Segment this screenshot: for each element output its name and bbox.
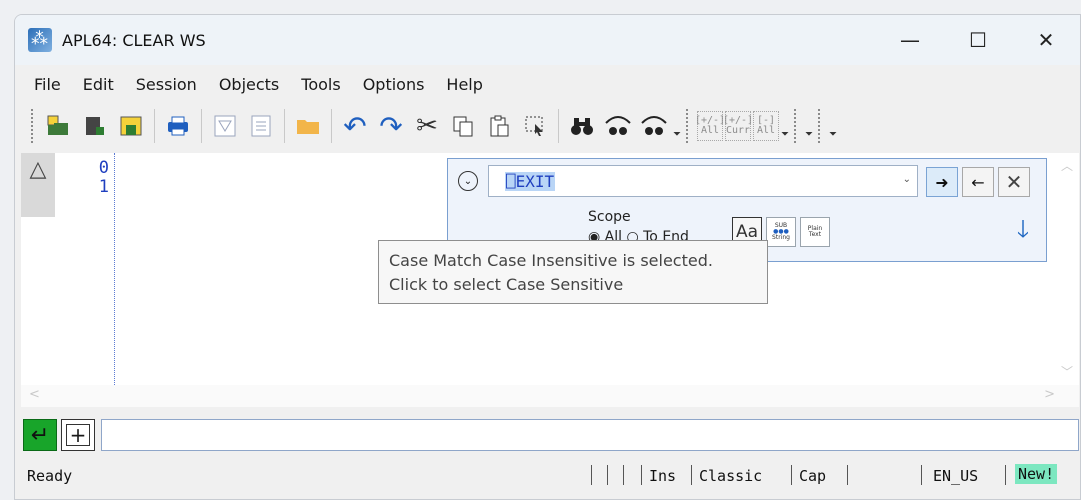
toolbar: ↶ ↷ ✂ ⏷ [+/-] All [+/-] Curr [-] All ⏷ ⏷… bbox=[15, 103, 1080, 149]
substring-toggle[interactable]: SUB ●●● String bbox=[766, 217, 796, 247]
find-input-value: ⎕EXIT bbox=[505, 172, 556, 191]
menu-file[interactable]: File bbox=[23, 71, 72, 99]
toolbar-separator bbox=[284, 109, 285, 143]
toolbar-grip[interactable] bbox=[818, 109, 822, 143]
load-workspace-icon[interactable] bbox=[78, 108, 112, 144]
app-window: APL64: CLEAR WS — ☐ ✕ File Edit Session … bbox=[14, 14, 1081, 500]
title-bar: APL64: CLEAR WS — ☐ ✕ bbox=[15, 15, 1080, 65]
status-ready: Ready bbox=[27, 467, 73, 485]
toolbar-separator bbox=[201, 109, 202, 143]
find-next-arrow-icon[interactable]: ➜ bbox=[926, 167, 958, 197]
menu-bar: File Edit Session Objects Tools Options … bbox=[15, 71, 494, 99]
apl-logo-icon bbox=[28, 28, 52, 52]
document-icon[interactable] bbox=[244, 108, 278, 144]
toolbar-overflow-chevron-icon[interactable]: ⏷ bbox=[672, 108, 682, 144]
menu-tools[interactable]: Tools bbox=[290, 71, 351, 99]
window-title: APL64: CLEAR WS bbox=[62, 30, 206, 50]
cut-icon[interactable]: ✂ bbox=[410, 108, 444, 144]
toolbar-separator bbox=[558, 109, 559, 143]
menu-session[interactable]: Session bbox=[125, 71, 208, 99]
status-divider bbox=[591, 465, 592, 485]
close-find-icon[interactable]: ✕ bbox=[998, 167, 1030, 197]
save-workspace-icon[interactable] bbox=[114, 108, 148, 144]
toolbar-overflow-chevron-icon[interactable]: ⏷ bbox=[804, 108, 814, 144]
plus-icon: + bbox=[66, 423, 90, 447]
gutter-divider bbox=[114, 153, 115, 385]
status-divider bbox=[791, 465, 792, 485]
minimize-button[interactable]: — bbox=[876, 15, 944, 65]
status-divider bbox=[1005, 465, 1006, 485]
line-number: 0 bbox=[98, 158, 109, 178]
undo-icon[interactable]: ↶ bbox=[338, 108, 372, 144]
open-folder-icon[interactable] bbox=[291, 108, 325, 144]
menu-help[interactable]: Help bbox=[435, 71, 493, 99]
paste-icon[interactable] bbox=[482, 108, 516, 144]
down-arrow-icon[interactable]: 🡓 bbox=[1008, 215, 1038, 247]
find-next-icon[interactable] bbox=[601, 108, 635, 144]
find-prev-icon[interactable] bbox=[637, 108, 671, 144]
select-icon[interactable] bbox=[518, 108, 552, 144]
status-divider bbox=[847, 465, 848, 485]
plain-text-toggle[interactable]: Plain Text bbox=[800, 217, 830, 247]
line-number: 1 bbox=[98, 177, 109, 197]
new-session-icon[interactable] bbox=[42, 108, 76, 144]
menu-options[interactable]: Options bbox=[352, 71, 436, 99]
toolbar-overflow-chevron-icon[interactable]: ⏷ bbox=[828, 108, 838, 144]
scope-label: Scope bbox=[588, 209, 631, 225]
command-input[interactable] bbox=[101, 419, 1079, 451]
tooltip-line-2: Click to select Case Sensitive bbox=[389, 275, 624, 294]
find-input[interactable]: ⎕EXIT ⌄ bbox=[488, 165, 918, 197]
scroll-left-icon[interactable]: < bbox=[29, 387, 40, 402]
status-locale: EN_US bbox=[933, 467, 979, 485]
filter-icon[interactable] bbox=[208, 108, 242, 144]
horizontal-scrollbar[interactable]: < > bbox=[21, 385, 1079, 407]
toolbar-separator bbox=[331, 109, 332, 143]
status-divider bbox=[921, 465, 922, 485]
expand-all-button[interactable]: [+/-] All bbox=[695, 111, 725, 141]
maximize-button[interactable]: ☐ bbox=[944, 15, 1012, 65]
collapse-panel-chevron-icon[interactable]: ⌄ bbox=[458, 171, 478, 191]
add-line-button[interactable]: + bbox=[61, 419, 95, 451]
status-divider bbox=[623, 465, 624, 485]
dropdown-chevron-icon[interactable]: ⌄ bbox=[903, 174, 911, 185]
tooltip-line-1: Case Match Case Insensitive is selected. bbox=[389, 251, 713, 270]
expand-current-button[interactable]: [+/-] Curr bbox=[723, 111, 753, 141]
toolbar-grip[interactable] bbox=[686, 109, 690, 143]
toolbar-separator bbox=[154, 109, 155, 143]
toolbar-grip[interactable] bbox=[31, 109, 35, 143]
status-divider bbox=[691, 465, 692, 485]
print-icon[interactable] bbox=[161, 108, 195, 144]
status-new-badge[interactable]: New! bbox=[1015, 464, 1058, 484]
scroll-up-icon[interactable]: ︿ bbox=[1061, 157, 1073, 174]
status-keyboard-mode[interactable]: Classic bbox=[699, 467, 762, 485]
status-caps: Cap bbox=[799, 467, 827, 485]
menu-objects[interactable]: Objects bbox=[208, 71, 290, 99]
scroll-right-icon[interactable]: > bbox=[1044, 387, 1055, 402]
status-bar: Ready Ins Classic Cap EN_US New! bbox=[15, 461, 1080, 489]
menu-edit[interactable]: Edit bbox=[72, 71, 125, 99]
close-button[interactable]: ✕ bbox=[1012, 15, 1080, 65]
toolbar-overflow-chevron-icon[interactable]: ⏷ bbox=[780, 108, 790, 144]
find-prev-arrow-icon[interactable]: ← bbox=[962, 167, 994, 197]
scroll-down-icon[interactable]: ﹀ bbox=[1061, 363, 1073, 380]
status-divider bbox=[641, 465, 642, 485]
find-binoculars-icon[interactable] bbox=[565, 108, 599, 144]
delta-icon[interactable]: △ bbox=[21, 153, 55, 217]
collapse-all-button[interactable]: [-] All bbox=[753, 111, 779, 141]
toolbar-grip[interactable] bbox=[794, 109, 798, 143]
execute-enter-icon[interactable]: ↵ bbox=[23, 419, 57, 451]
redo-icon[interactable]: ↷ bbox=[374, 108, 408, 144]
status-insert-mode[interactable]: Ins bbox=[649, 467, 676, 485]
copy-icon[interactable] bbox=[446, 108, 480, 144]
input-bar: ↵ + bbox=[21, 417, 1079, 453]
status-divider bbox=[607, 465, 608, 485]
case-match-tooltip: Case Match Case Insensitive is selected.… bbox=[378, 240, 768, 304]
line-number-gutter: 0 1 bbox=[63, 159, 109, 197]
window-controls: — ☐ ✕ bbox=[876, 15, 1080, 65]
